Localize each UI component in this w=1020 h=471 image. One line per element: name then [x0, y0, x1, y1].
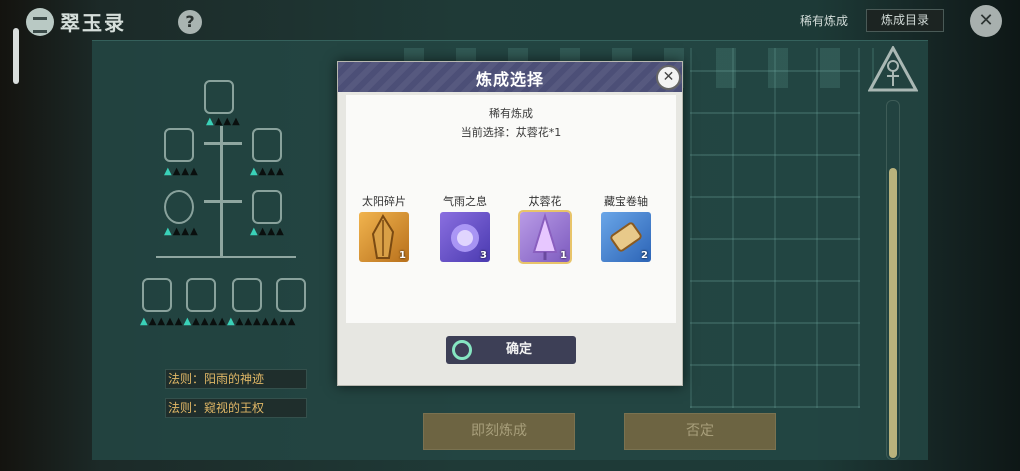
ankh-triangle-icon	[868, 46, 918, 92]
breath-of-rain-icon: 3	[440, 212, 490, 262]
cistanche-flower-icon: 1	[518, 210, 572, 264]
engrave-alchemy-button[interactable]: 即刻炼成	[423, 413, 575, 450]
ring-glyph	[164, 190, 194, 224]
treasure-scroll-icon: 2	[601, 212, 651, 262]
help-button[interactable]: ?	[178, 10, 202, 34]
confirm-button[interactable]: 确定	[446, 336, 576, 364]
slot-markers: ▲▲▲▲	[164, 226, 199, 237]
scribe-glyph	[164, 128, 194, 162]
dialog-subtitle: 稀有炼成	[489, 107, 533, 120]
dialog-header: 炼成选择 ✕	[338, 62, 682, 92]
item-name: 气雨之息	[443, 195, 487, 208]
confirm-circle-icon	[452, 340, 472, 360]
item-count: 1	[560, 250, 567, 261]
scroll-handle[interactable]	[13, 28, 19, 84]
jackal-glyph	[232, 278, 262, 312]
sun-shard-icon: 1	[359, 212, 409, 262]
rule-tag-1[interactable]: 法则：阳雨的神迹	[165, 369, 307, 389]
item-name: 苁蓉花	[528, 195, 562, 208]
progress-fill	[889, 168, 897, 458]
eye-of-horus-glyph	[204, 80, 234, 114]
mummy-glyph	[276, 278, 306, 312]
serpent-glyph	[186, 278, 216, 312]
slot-markers: ▲▲▲▲	[250, 166, 285, 177]
dialog-body: 稀有炼成 当前选择：苁蓉花*1 太阳碎片 1 气雨之息 3 苁蓉花 1 藏宝卷轴	[346, 95, 676, 323]
tree-trunk	[220, 126, 223, 256]
item-name: 藏宝卷轴	[604, 195, 648, 208]
rule-tag-2[interactable]: 法则：窥视的王权	[165, 398, 307, 418]
slot-markers: ▲▲▲▲	[206, 116, 241, 127]
item-cistanche-flower[interactable]: 苁蓉花 1	[515, 193, 575, 264]
glyph-grid-decoration	[690, 48, 860, 408]
bull-glyph	[252, 190, 282, 224]
tree-branch	[204, 142, 242, 145]
close-screen-button[interactable]: ✕	[970, 5, 1002, 37]
confirm-label: 确定	[505, 342, 532, 357]
slot-markers: ▲▲▲▲	[164, 166, 199, 177]
alchemy-catalog-button[interactable]: 炼成目录	[866, 9, 944, 32]
item-count: 3	[480, 250, 487, 261]
tree-branch	[204, 200, 242, 203]
item-treasure-scroll[interactable]: 藏宝卷轴 2	[596, 193, 656, 262]
slot-markers: ▲▲▲▲▲▲▲▲▲▲▲▲▲▲▲▲▲▲	[140, 316, 297, 327]
dialog-close-button[interactable]: ✕	[656, 65, 681, 90]
deny-button[interactable]: 否定	[624, 413, 776, 450]
app-title: 翠玉录	[60, 11, 126, 35]
app-logo: 翠玉录	[26, 7, 126, 36]
rare-alchemy-label: 稀有炼成	[800, 14, 849, 28]
dialog-footer: 确定	[338, 326, 682, 386]
item-count: 2	[641, 250, 648, 261]
emerald-tablet-icon	[26, 7, 54, 36]
item-count: 1	[399, 250, 406, 261]
alchemy-select-dialog: 炼成选择 ✕ 稀有炼成 当前选择：苁蓉花*1 太阳碎片 1 气雨之息 3 苁蓉花…	[337, 61, 683, 386]
item-name: 太阳碎片	[362, 195, 406, 208]
item-sun-shard[interactable]: 太阳碎片 1	[354, 193, 414, 262]
item-breath-of-rain[interactable]: 气雨之息 3	[435, 193, 495, 262]
tree-branch	[156, 256, 296, 258]
anubis-glyph	[252, 128, 282, 162]
slot-markers: ▲▲▲▲	[250, 226, 285, 237]
current-selection: 当前选择：苁蓉花*1	[460, 126, 562, 139]
glyph-a	[142, 278, 172, 312]
dialog-title: 炼成选择	[475, 70, 544, 89]
